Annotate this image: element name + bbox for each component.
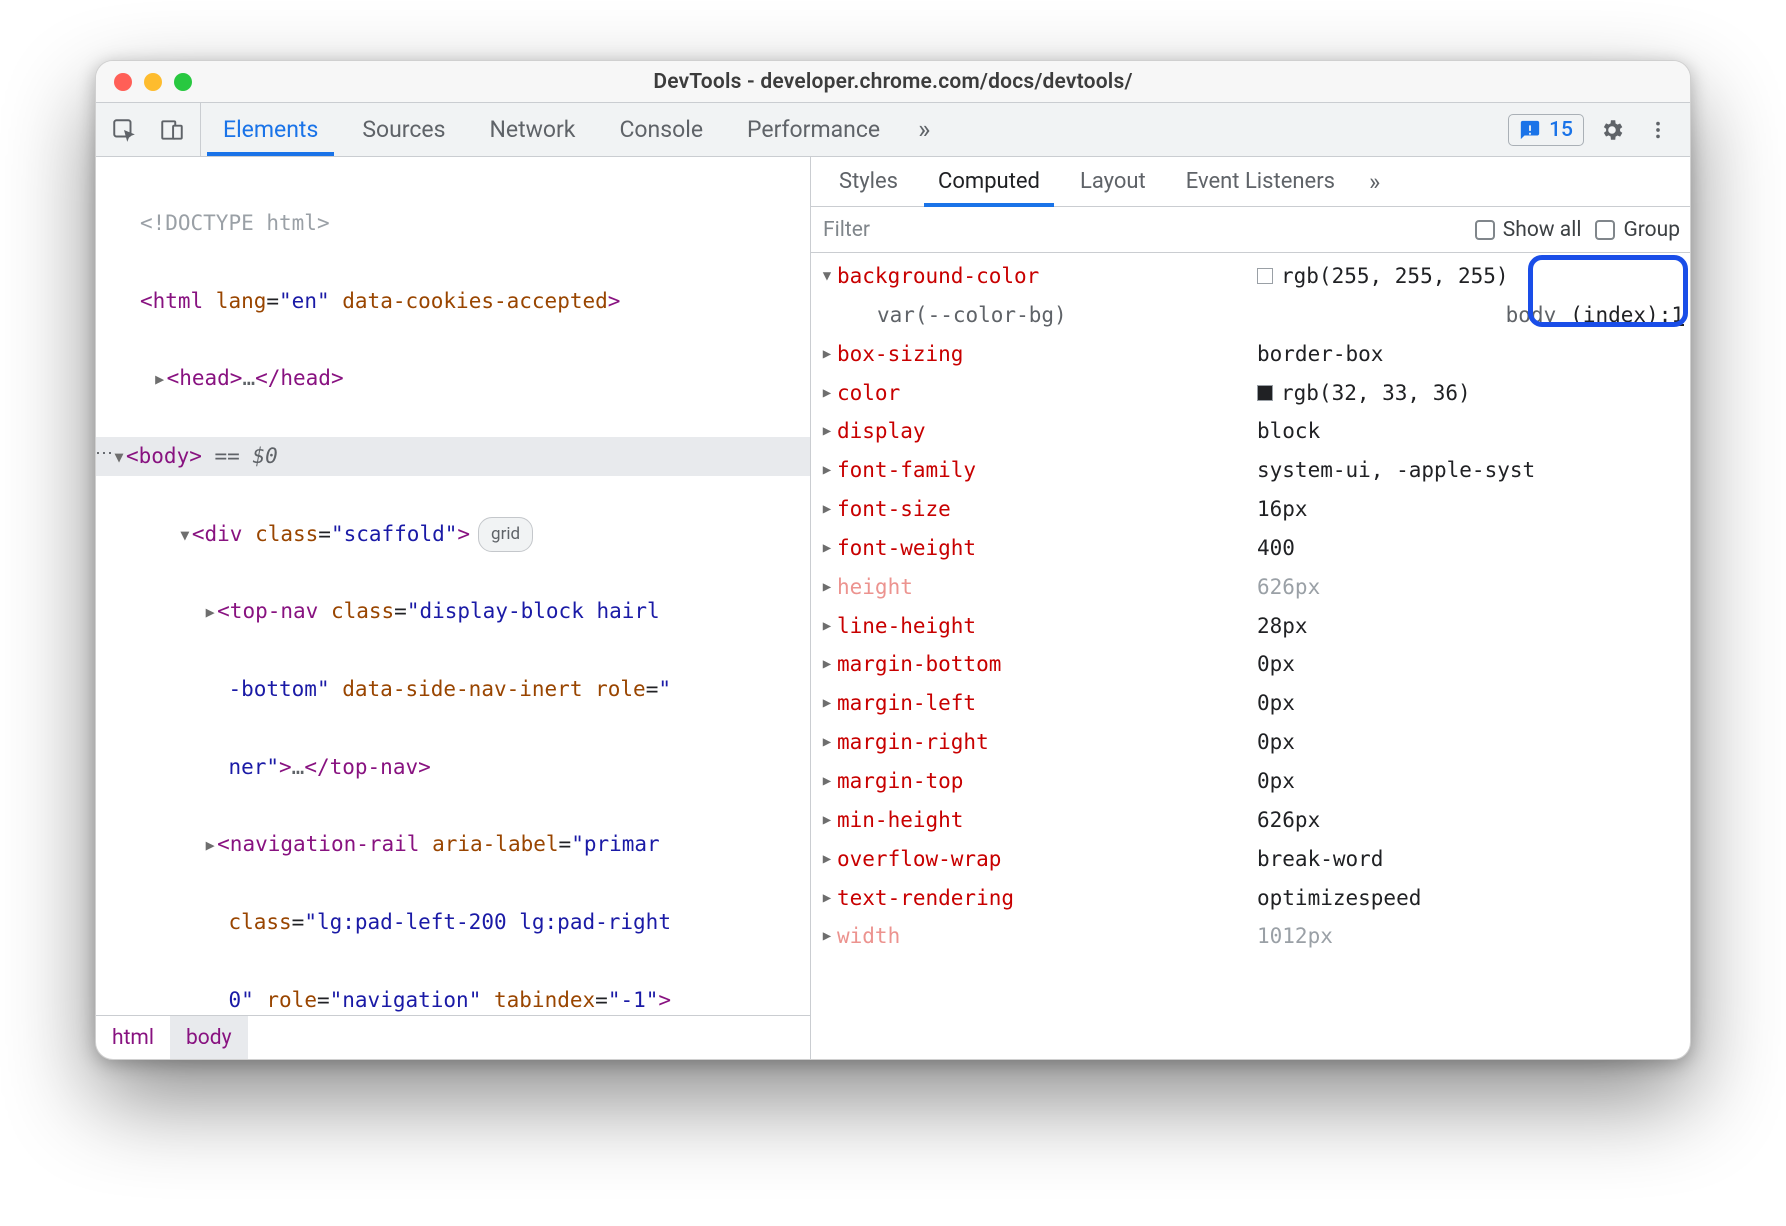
computed-row[interactable]: ▶displayblock bbox=[817, 412, 1684, 451]
color-swatch-icon[interactable] bbox=[1257, 385, 1273, 401]
device-toggle-icon[interactable] bbox=[154, 112, 190, 148]
inspect-element-icon[interactable] bbox=[106, 112, 142, 148]
tab-performance[interactable]: Performance bbox=[725, 103, 902, 156]
tab-console[interactable]: Console bbox=[597, 103, 725, 156]
computed-row[interactable]: ▶font-size16px bbox=[817, 490, 1684, 529]
filter-input[interactable] bbox=[821, 217, 1461, 243]
tab-sources[interactable]: Sources bbox=[340, 103, 467, 156]
computed-row[interactable]: ▶text-renderingoptimizespeed bbox=[817, 879, 1684, 918]
traffic-lights bbox=[96, 73, 192, 91]
computed-row[interactable]: ▶min-height626px bbox=[817, 801, 1684, 840]
tab-layout[interactable]: Layout bbox=[1060, 157, 1166, 206]
tab-elements[interactable]: Elements bbox=[201, 103, 340, 156]
styles-sidebar: Styles Computed Layout Event Listeners »… bbox=[811, 157, 1690, 1059]
maximize-window-icon[interactable] bbox=[174, 73, 192, 91]
tab-computed[interactable]: Computed bbox=[918, 157, 1060, 206]
issues-counter[interactable]: 15 bbox=[1508, 114, 1584, 146]
breadcrumb-html[interactable]: html bbox=[96, 1016, 170, 1059]
computed-row[interactable]: ▶width1012px bbox=[817, 917, 1684, 956]
panel-tabs: Elements Sources Network Console Perform… bbox=[201, 103, 1494, 156]
selected-dom-node[interactable]: ⋯▼<body> == $0 bbox=[96, 437, 810, 476]
dom-tree[interactable]: <!DOCTYPE html> <html lang="en" data-coo… bbox=[96, 157, 810, 1015]
source-link[interactable]: (index):1 bbox=[1570, 296, 1684, 335]
filter-row: Show all Group bbox=[811, 207, 1690, 253]
tab-styles[interactable]: Styles bbox=[819, 157, 918, 206]
computed-row[interactable]: ▶margin-right0px bbox=[817, 723, 1684, 762]
issues-count: 15 bbox=[1549, 118, 1573, 142]
computed-row[interactable]: ▶font-weight400 bbox=[817, 529, 1684, 568]
layout-pill-grid[interactable]: grid bbox=[478, 517, 533, 552]
issues-icon bbox=[1519, 119, 1541, 141]
titlebar: DevTools - developer.chrome.com/docs/dev… bbox=[96, 61, 1690, 103]
computed-source[interactable]: var(--color-bg) body(index):1 bbox=[817, 296, 1684, 335]
computed-row[interactable]: ▶line-height28px bbox=[817, 607, 1684, 646]
devtools-window: DevTools - developer.chrome.com/docs/dev… bbox=[95, 60, 1691, 1060]
window-title: DevTools - developer.chrome.com/docs/dev… bbox=[653, 70, 1132, 94]
computed-row[interactable]: ▶margin-top0px bbox=[817, 762, 1684, 801]
showall-checkbox[interactable]: Show all bbox=[1475, 218, 1582, 242]
computed-row[interactable]: ▶colorrgb(32, 33, 36) bbox=[817, 374, 1684, 413]
tab-event-listeners[interactable]: Event Listeners bbox=[1166, 157, 1355, 206]
group-checkbox[interactable]: Group bbox=[1595, 218, 1680, 242]
computed-row[interactable]: ▶margin-left0px bbox=[817, 684, 1684, 723]
computed-row[interactable]: ▼ background-color rgb(255, 255, 255) bbox=[817, 257, 1684, 296]
minimize-window-icon[interactable] bbox=[144, 73, 162, 91]
more-sidebar-tabs-icon[interactable]: » bbox=[1355, 157, 1394, 206]
computed-row[interactable]: ▶margin-bottom0px bbox=[817, 645, 1684, 684]
color-swatch-icon[interactable] bbox=[1257, 268, 1273, 284]
doctype: <!DOCTYPE html> bbox=[140, 211, 330, 235]
settings-icon[interactable] bbox=[1594, 112, 1630, 148]
breadcrumb-body[interactable]: body bbox=[170, 1016, 248, 1059]
kebab-menu-icon[interactable] bbox=[1640, 112, 1676, 148]
checkbox-icon bbox=[1475, 220, 1495, 240]
computed-row[interactable]: ▶height626px bbox=[817, 568, 1684, 607]
sidebar-tabs: Styles Computed Layout Event Listeners » bbox=[811, 157, 1690, 207]
close-window-icon[interactable] bbox=[114, 73, 132, 91]
tab-network[interactable]: Network bbox=[467, 103, 597, 156]
computed-row[interactable]: ▶overflow-wrapbreak-word bbox=[817, 840, 1684, 879]
checkbox-icon bbox=[1595, 220, 1615, 240]
main-toolbar: Elements Sources Network Console Perform… bbox=[96, 103, 1690, 157]
computed-properties[interactable]: ▼ background-color rgb(255, 255, 255) va… bbox=[811, 253, 1690, 1059]
more-tabs-icon[interactable]: » bbox=[902, 103, 946, 156]
breadcrumb: html body bbox=[96, 1015, 810, 1059]
computed-row[interactable]: ▶font-familysystem-ui, -apple-syst bbox=[817, 451, 1684, 490]
computed-row[interactable]: ▶box-sizingborder-box bbox=[817, 335, 1684, 374]
elements-panel: <!DOCTYPE html> <html lang="en" data-coo… bbox=[96, 157, 811, 1059]
